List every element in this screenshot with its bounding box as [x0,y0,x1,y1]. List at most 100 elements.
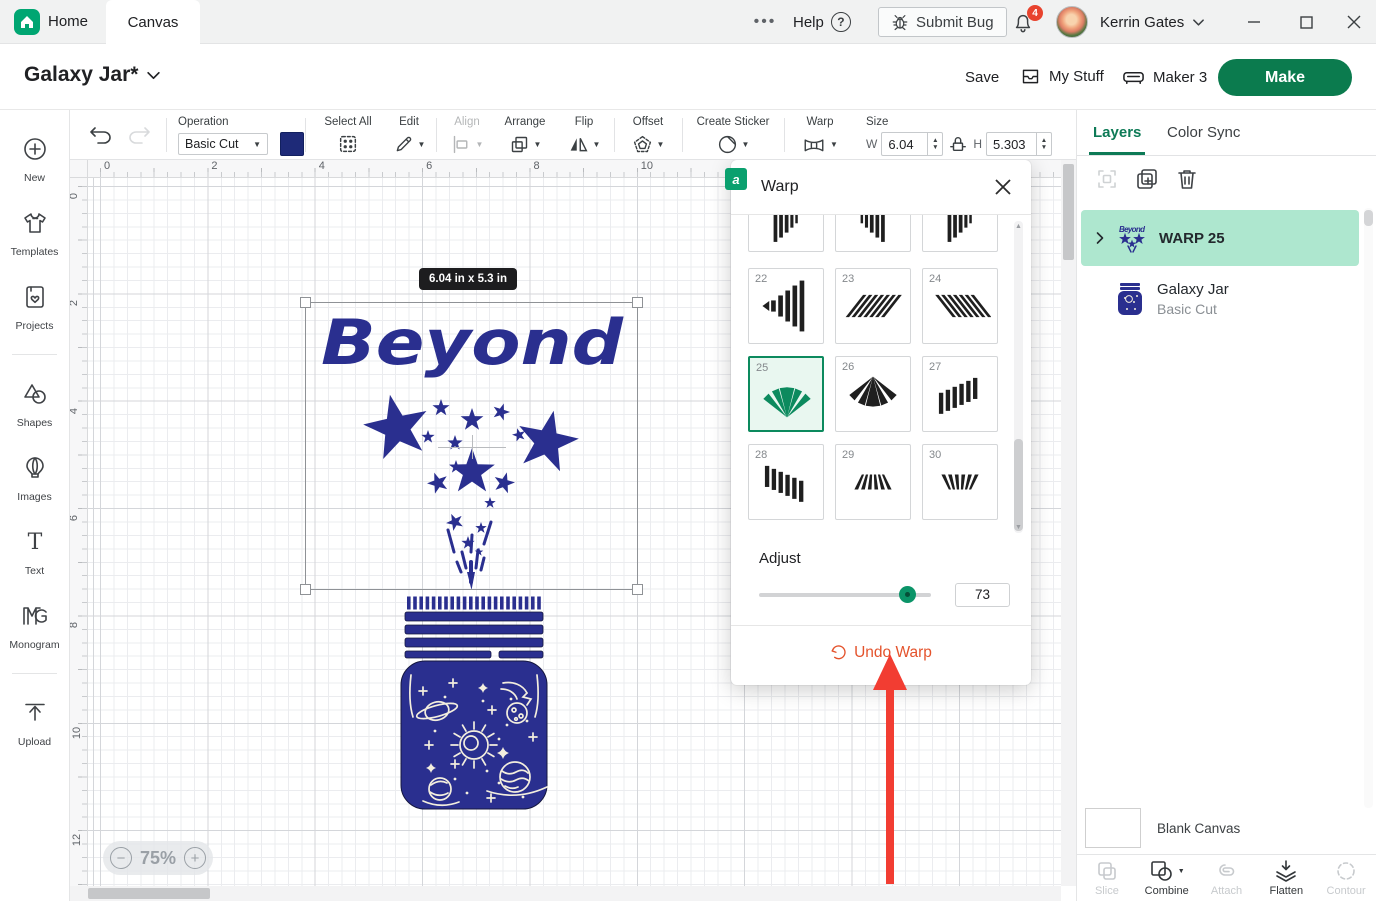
operation-select[interactable]: Basic Cut▼ [178,133,268,155]
trash-icon[interactable] [1175,167,1199,191]
adjust-slider-knob[interactable] [899,586,916,603]
make-button[interactable]: Make [1218,59,1352,96]
my-stuff-button[interactable]: My Stuff [1020,66,1104,87]
flatten-button[interactable]: Flatten [1256,855,1316,901]
sidebar-item-monogram[interactable]: Monogram [0,603,69,651]
galaxy-jar-image[interactable] [395,593,553,815]
warp-menu-button[interactable]: Warp ▼ [792,115,848,158]
sidebar-item-new[interactable]: New [0,136,69,184]
layer-row-galaxy-jar[interactable]: Galaxy Jar Basic Cut [1081,270,1359,328]
width-input[interactable]: 6.04 ▲▼ [881,132,943,156]
submit-bug-button[interactable]: Submit Bug [878,7,1007,37]
sidebar-item-projects[interactable]: Projects [0,284,69,332]
height-input[interactable]: 5.303 ▲▼ [986,132,1052,156]
tab-home[interactable]: Home [48,13,88,30]
flip-menu-button[interactable]: Flip ▼ [562,115,606,158]
width-stepper[interactable]: ▲▼ [927,133,942,155]
redo-button[interactable] [126,115,152,155]
blank-canvas-row[interactable]: Blank Canvas [1077,802,1376,854]
cricut-logo[interactable] [14,9,40,35]
blank-canvas-swatch[interactable] [1085,808,1141,848]
vscroll-thumb[interactable] [1063,164,1074,260]
undo-button[interactable] [88,115,114,155]
zoom-in-button[interactable]: + [184,847,206,869]
layers-scroll-thumb[interactable] [1364,210,1373,226]
horizontal-scrollbar[interactable] [70,886,1061,901]
edit-menu-button[interactable]: Edit ▼ [386,115,432,158]
user-menu[interactable]: Kerrin Gates [1100,0,1205,44]
warp-grid-scrollbar[interactable]: ▲ ▼ [1014,221,1023,533]
warp-style-tile-27[interactable]: 27 [922,356,998,432]
adjust-value-input[interactable]: 73 [955,583,1010,607]
overflow-menu-button[interactable]: ••• [748,0,782,44]
sidebar-item-templates[interactable]: Templates [0,210,69,258]
selection-handle-se[interactable] [632,584,643,595]
warp-style-tile-25[interactable]: 25 [748,356,824,432]
height-stepper[interactable]: ▲▼ [1036,133,1051,155]
selection-handle-sw[interactable] [300,584,311,595]
layer-row-warp25[interactable]: Beyond WARP 25 [1081,210,1359,266]
select-all-button[interactable]: Select All [315,115,381,158]
machine-select-button[interactable]: Maker 3 [1122,66,1207,89]
attach-button[interactable]: Attach [1197,855,1257,901]
help-button[interactable]: Help? [793,0,851,44]
combine-button[interactable]: ▼Combine [1137,855,1197,901]
tab-color-sync[interactable]: Color Sync [1167,110,1240,155]
lock-icon[interactable] [949,134,967,154]
warp-style-tile-26[interactable]: 26 [835,356,911,432]
arrange-menu-button[interactable]: Arrange ▼ [496,115,554,158]
warp-panel-header: Warp [731,160,1031,215]
warp-style-tile-30[interactable]: 30 [922,444,998,520]
text-icon: T [22,529,48,560]
zoom-out-button[interactable]: − [110,847,132,869]
tab-layers[interactable]: Layers [1093,110,1141,155]
user-avatar[interactable] [1056,6,1088,38]
warp-style-tile[interactable] [748,215,824,252]
slice-button[interactable]: Slice [1077,855,1137,901]
warp-style-tile-22[interactable]: 22 [748,268,824,344]
warp-style-tile-29[interactable]: 29 [835,444,911,520]
sidebar-item-text[interactable]: TText [0,529,69,577]
color-swatch[interactable] [280,132,304,156]
vertical-scrollbar[interactable] [1061,160,1076,886]
new-icon [22,136,48,167]
hscroll-thumb[interactable] [88,888,210,899]
ruler-top-number: 2 [211,160,217,172]
create-sticker-button[interactable]: Create Sticker ▼ [690,115,776,158]
warp-style-tile-28[interactable]: 28 [748,444,824,520]
selection-handle-nw[interactable] [300,297,311,308]
warp-scroll-thumb[interactable] [1014,439,1023,531]
project-title[interactable]: Galaxy Jar* [24,63,161,87]
contour-button[interactable]: Contour [1316,855,1376,901]
chevron-right-icon[interactable] [1093,231,1107,245]
save-button[interactable]: Save [965,69,999,86]
close-icon[interactable] [993,177,1013,197]
adjust-slider[interactable] [759,593,931,597]
offset-menu-button[interactable]: Offset ▼ [622,115,674,158]
selection-bounding-box[interactable] [305,302,638,590]
sidebar-item-images[interactable]: Images [0,455,69,503]
separator [614,118,615,152]
projects-icon [22,284,48,315]
tab-canvas[interactable]: Canvas [106,0,200,44]
duplicate-icon[interactable] [1135,167,1159,191]
align-menu-button[interactable]: Align ▼ [444,115,490,158]
layers-scrollbar[interactable] [1364,208,1373,808]
selection-handle-ne[interactable] [632,297,643,308]
sidebar-item-shapes[interactable]: Shapes [0,381,69,429]
warp-style-tile[interactable] [922,215,998,252]
window-minimize-button[interactable] [1232,0,1276,44]
sidebar-item-upload[interactable]: Upload [0,700,69,748]
templates-icon [22,210,48,241]
warp-style-tile-24[interactable]: 24 [922,268,998,344]
sidebar-item-label: Upload [18,736,51,748]
action-label: Contour [1327,885,1366,897]
scroll-down-icon[interactable]: ▼ [1014,524,1023,531]
scroll-up-icon[interactable]: ▲ [1014,223,1023,230]
align-icon [451,134,472,155]
warp-style-tile-23[interactable]: 23 [835,268,911,344]
group-icon[interactable] [1095,167,1119,191]
warp-style-tile[interactable] [835,215,911,252]
window-close-button[interactable] [1332,0,1376,44]
window-maximize-button[interactable] [1284,0,1328,44]
